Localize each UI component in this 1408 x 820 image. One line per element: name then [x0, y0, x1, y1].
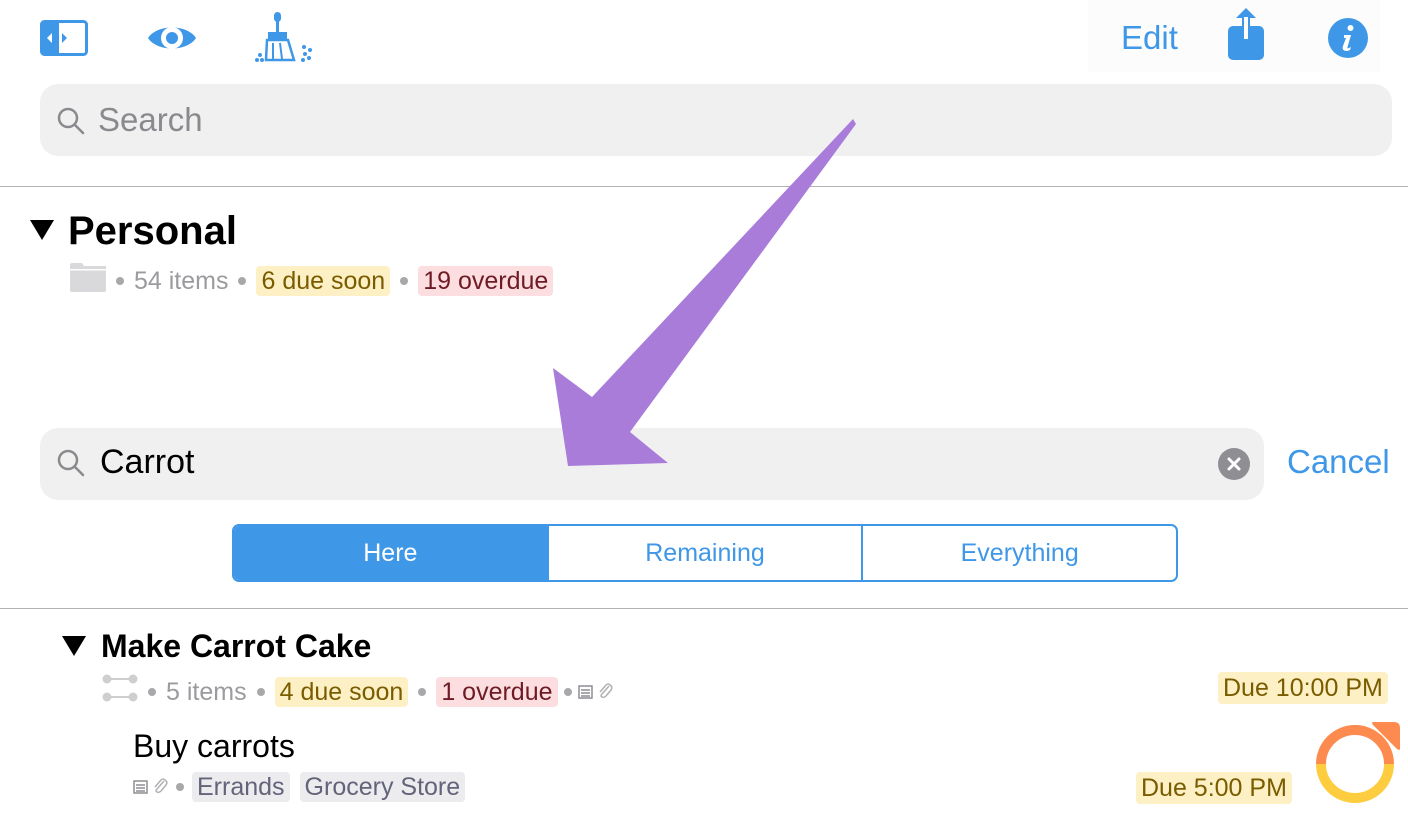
search-icon: [56, 106, 86, 141]
info-button[interactable]: [1327, 17, 1369, 64]
clear-search-button[interactable]: [1218, 448, 1250, 480]
share-button[interactable]: [1226, 6, 1266, 67]
separator-dot: [238, 276, 247, 285]
attachment-icon: [597, 677, 613, 707]
task-title[interactable]: Buy carrots: [133, 726, 295, 766]
separator-dot: [176, 783, 184, 791]
clear-icon: [1227, 457, 1241, 471]
separator-dot: [256, 687, 265, 696]
separator-dot: [116, 276, 124, 285]
separator-dot: [148, 687, 156, 696]
task-checkbox[interactable]: [1316, 720, 1402, 809]
perspective-view-button[interactable]: [147, 20, 197, 61]
due-soon-badge: 6 due soon: [256, 265, 391, 296]
task-due-date: Due 5:00 PM: [1136, 772, 1292, 804]
clean-up-button[interactable]: [254, 10, 318, 67]
search-scope-segmented-control: Here Remaining Everything: [232, 524, 1178, 582]
due-soon-badge: 4 due soon: [274, 676, 409, 707]
top-search-field[interactable]: Search: [40, 84, 1392, 156]
due-soon-checkbox-icon: [1316, 722, 1400, 803]
task-meta: Errands Grocery Store: [133, 772, 475, 802]
search-field[interactable]: Carrot: [40, 428, 1264, 500]
note-icon: [133, 772, 149, 802]
action-group-meta: 5 items 4 due soon 1 overdue: [102, 673, 613, 710]
separator-dot: [418, 687, 427, 696]
note-icon: [577, 677, 594, 707]
overdue-badge: 1 overdue: [436, 676, 558, 707]
overdue-badge: 19 overdue: [418, 265, 554, 296]
divider: [0, 186, 1408, 187]
attachment-icon: [152, 772, 168, 802]
search-icon: [56, 448, 86, 483]
sidebar-toggle-button[interactable]: [40, 20, 88, 61]
project-title: Personal: [68, 209, 237, 253]
scope-here[interactable]: Here: [234, 526, 547, 580]
tag-grocery-store[interactable]: Grocery Store: [299, 772, 466, 802]
eye-icon: [148, 27, 196, 49]
separator-dot: [400, 276, 409, 285]
folder-icon: [70, 262, 106, 299]
broom-clean-up-icon: [255, 12, 312, 62]
disclosure-triangle-group[interactable]: [62, 636, 86, 656]
item-count: 5 items: [166, 677, 247, 706]
tag-errands[interactable]: Errands: [192, 772, 290, 802]
sequential-action-group-icon: [102, 673, 138, 710]
group-due-date: Due 10:00 PM: [1218, 672, 1388, 704]
separator-dot: [563, 687, 572, 696]
item-count: 54 items: [134, 266, 229, 295]
search-placeholder: Search: [98, 101, 203, 138]
share-icon: [1228, 8, 1264, 60]
info-icon: [1328, 18, 1368, 58]
search-input-value[interactable]: Carrot: [100, 442, 194, 482]
action-group-title[interactable]: Make Carrot Cake: [101, 626, 371, 666]
sidebar-toggle-icon: [40, 20, 88, 56]
scope-everything[interactable]: Everything: [861, 526, 1176, 580]
divider: [0, 608, 1408, 609]
scope-remaining[interactable]: Remaining: [546, 526, 862, 580]
project-meta: 54 items 6 due soon 19 overdue: [70, 262, 554, 299]
edit-button[interactable]: Edit: [1121, 18, 1178, 58]
disclosure-triangle-personal[interactable]: [30, 220, 54, 240]
cancel-search-button[interactable]: Cancel: [1287, 442, 1390, 482]
